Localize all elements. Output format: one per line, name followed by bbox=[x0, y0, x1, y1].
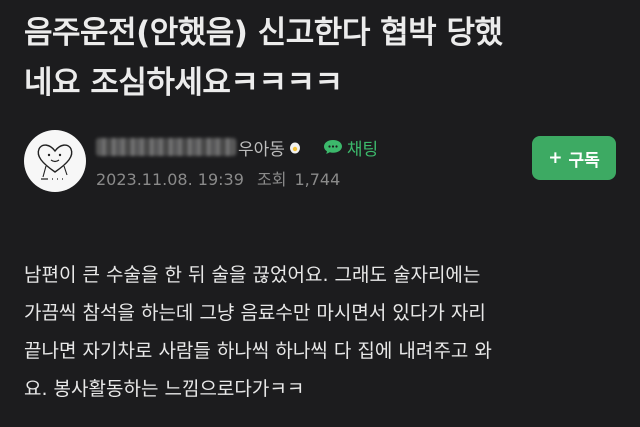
views-label: 조회 bbox=[256, 170, 287, 189]
avatar[interactable] bbox=[24, 130, 86, 192]
body-line-1: 남편이 큰 수술을 한 뒤 술을 끊었어요. 그래도 술자리에는 bbox=[24, 264, 481, 286]
chat-button[interactable]: 채팅 bbox=[323, 135, 378, 160]
subscribe-button[interactable]: + 구독 bbox=[532, 136, 616, 180]
post-meta: 2023.11.08. 19:39 조회 1,744 bbox=[96, 166, 348, 190]
post-title-line-2: 네요 조심하세요ㅋㅋㅋㅋ bbox=[24, 65, 343, 101]
body-line-3: 끝나면 자기차로 사람들 하나씩 하나씩 다 집에 내려주고 와 bbox=[24, 340, 492, 362]
nickname[interactable]: 우아동 bbox=[238, 135, 285, 160]
heart-doodle-icon bbox=[37, 144, 73, 180]
post-body: 남편이 큰 수술을 한 뒤 술을 끊었어요. 그래도 술자리에는 가끔씩 참석을… bbox=[24, 256, 624, 408]
egg-icon bbox=[289, 142, 300, 154]
post-title: 음주운전(안했음) 신고한다 협박 당했 네요 조심하세요ㅋㅋㅋㅋ bbox=[24, 8, 620, 108]
chat-label: 채팅 bbox=[346, 139, 379, 160]
blurred-nickname bbox=[96, 138, 236, 156]
post-title-line-1: 음주운전(안했음) 신고한다 협박 당했 bbox=[24, 15, 503, 51]
subscribe-label: 구독 bbox=[568, 150, 600, 171]
views-count: 1,744 bbox=[294, 170, 341, 189]
post-date: 2023.11.08. 19:39 bbox=[96, 170, 244, 189]
author-info: 우아동 채팅 2023.11.08. 19:39 조회 1,744 + 구독 bbox=[24, 128, 620, 192]
body-line-2: 가끔씩 참석을 하는데 그냥 음료수만 마시면서 있다가 자리 bbox=[24, 302, 486, 324]
plus-icon: + bbox=[548, 148, 563, 168]
nickname-line: 우아동 채팅 bbox=[96, 134, 378, 160]
chat-bubble-icon bbox=[323, 140, 342, 154]
body-line-4: 요. 봉사활동하는 느낌으로다가ㅋㅋ bbox=[24, 378, 305, 400]
